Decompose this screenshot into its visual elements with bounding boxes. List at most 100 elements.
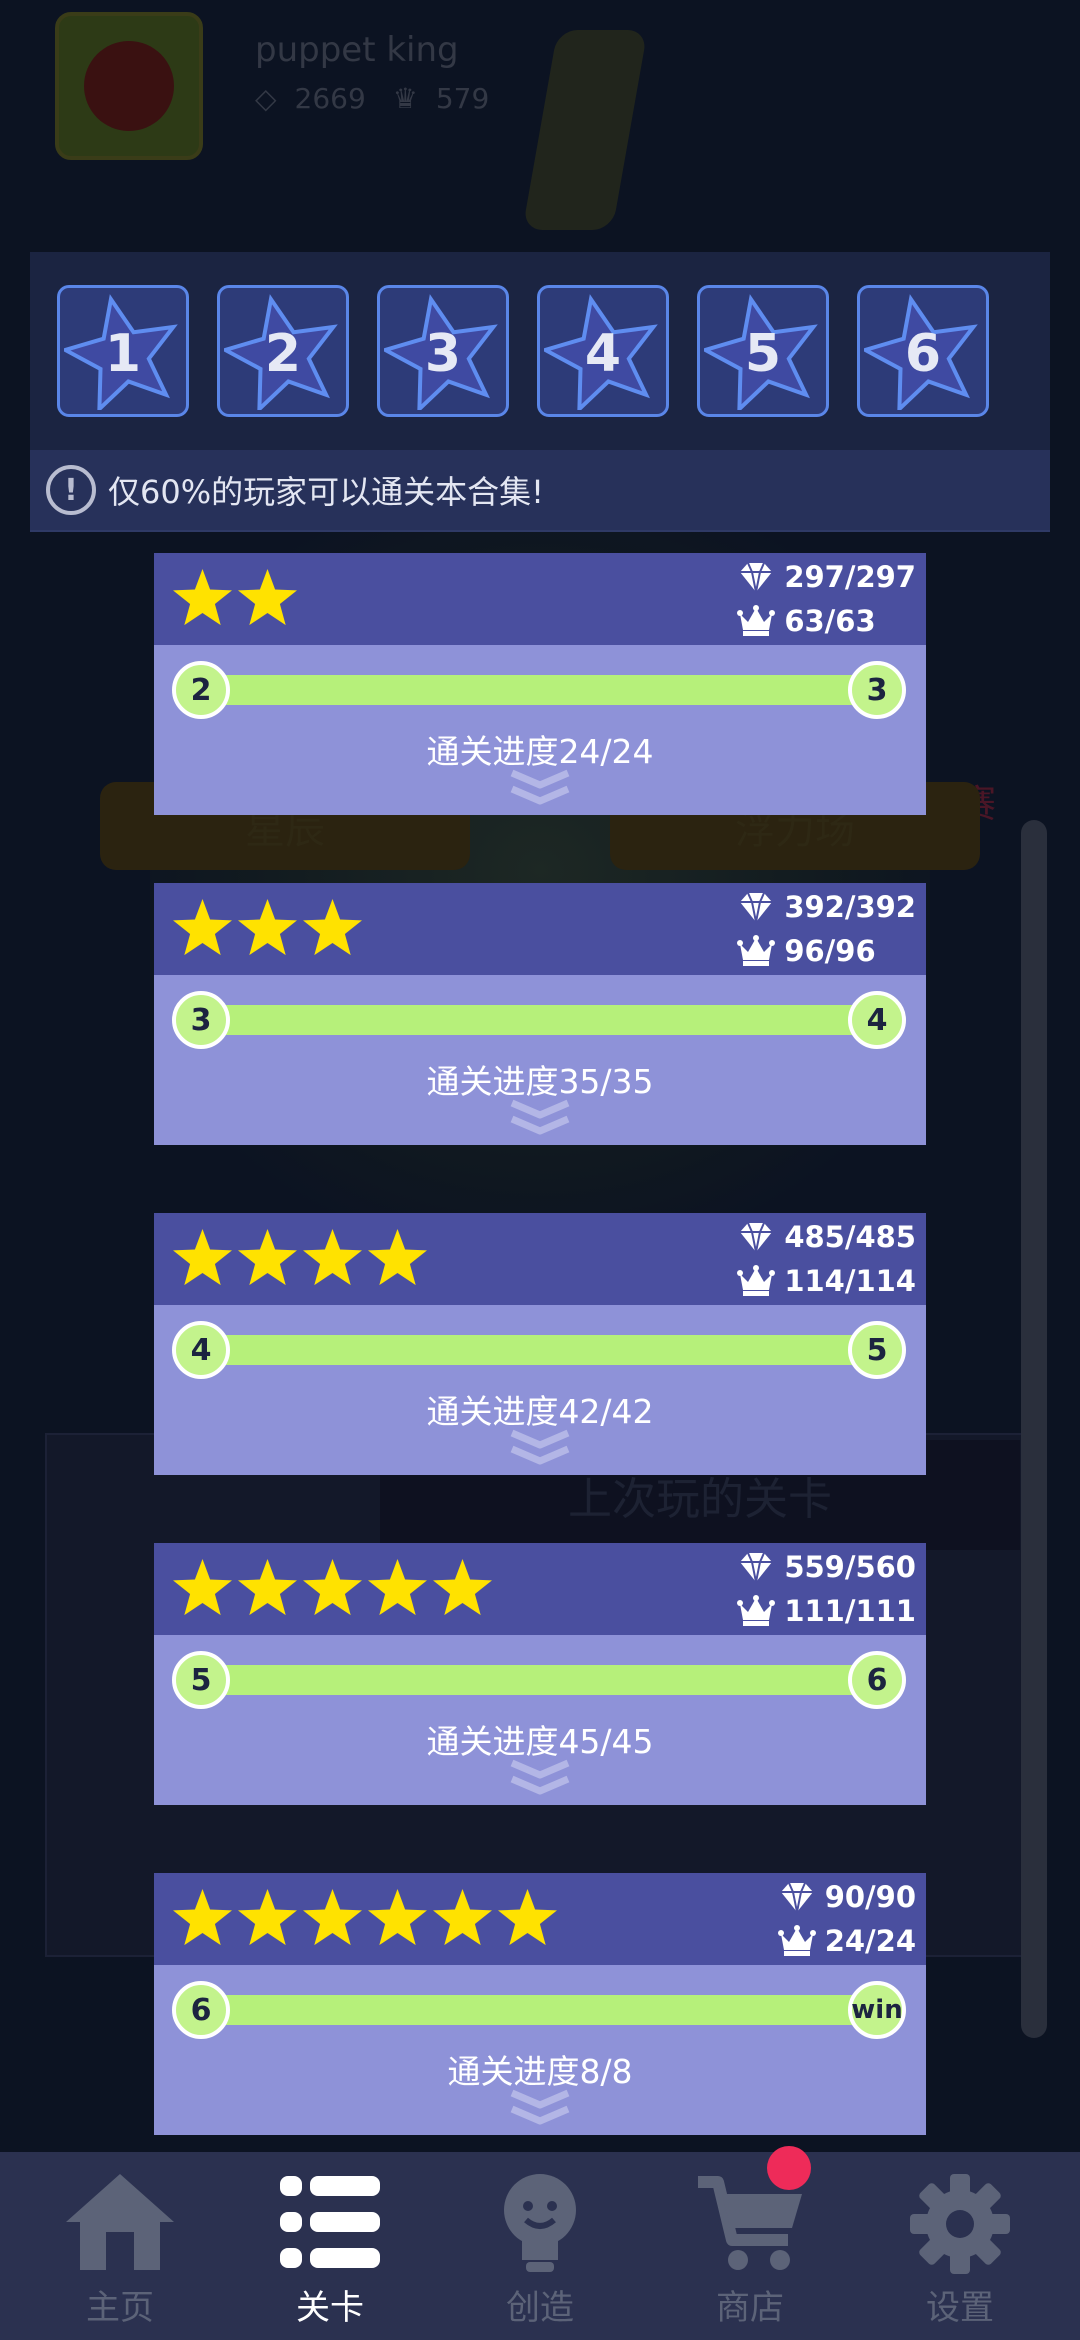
gem-count: 485/485 [784, 1220, 916, 1254]
level-tile-2[interactable]: 2 [217, 285, 349, 417]
star-icon [303, 1889, 362, 1946]
crown-count-row: 63/63 [736, 599, 916, 643]
star-icon [368, 1229, 427, 1286]
progress-track [202, 1335, 876, 1365]
progress-end-node: win [848, 1981, 906, 2039]
scrollbar[interactable] [1021, 820, 1047, 2038]
progress-bar: 6 win [172, 1981, 906, 2039]
progress-bar: 45 [172, 1321, 906, 1379]
gem-icon [740, 562, 773, 593]
progress-text: 通关进度42/42 [426, 1392, 654, 1431]
progress-text: 通关进度24/24 [426, 732, 654, 771]
level-tile-5[interactable]: 5 [697, 285, 829, 417]
double-chevron-down-icon[interactable] [508, 1099, 572, 1139]
level-tile-6[interactable]: 6 [857, 285, 989, 417]
progress-track [202, 1995, 876, 2025]
gem-count: 392/392 [784, 890, 916, 924]
star-icon [303, 1229, 362, 1286]
gem-icon [740, 1552, 773, 1583]
background-decoration [522, 30, 648, 230]
hint-text: 仅60%的玩家可以通关本合集! [108, 473, 544, 511]
star-rating [172, 1887, 558, 1947]
star-rating [172, 1227, 428, 1287]
stage-card-header: 90/90 24/24 [154, 1873, 926, 1965]
gem-count: 90/90 [824, 1880, 916, 1914]
star-icon [173, 1229, 232, 1286]
stage-counts: 392/392 96/96 [736, 885, 916, 973]
progress-track [202, 675, 876, 705]
stage-card[interactable]: 559/560 111/111 5 6 通关进度45/45 [154, 1543, 926, 1805]
star-icon [238, 899, 297, 956]
star-icon [303, 899, 362, 956]
stage-card-header: 392/392 96/96 [154, 883, 926, 975]
progress-text: 通关进度35/35 [426, 1062, 654, 1101]
lightbulb-icon [482, 2170, 598, 2282]
profile-stats: ◇ 2669 ♛ 579 [255, 82, 507, 115]
stage-counts: 90/90 24/24 [777, 1875, 916, 1963]
progress-fill [202, 675, 876, 705]
star-icon [238, 569, 297, 626]
crown-icon [737, 1595, 776, 1626]
nav-label: 创造 [506, 2288, 574, 2328]
gem-count-row: 90/90 [777, 1875, 916, 1919]
progress-track [202, 1665, 876, 1695]
star-icon [238, 1889, 297, 1946]
progress-text: 通关进度8/8 [447, 2052, 633, 2091]
star-icon [433, 1889, 492, 1946]
progress-fill [202, 1005, 876, 1035]
levels-list-icon [272, 2170, 388, 2278]
crown-icon [737, 935, 776, 966]
double-chevron-down-icon[interactable] [508, 1429, 572, 1469]
stage-counts: 297/297 63/63 [736, 555, 916, 643]
star-rating [172, 567, 298, 627]
nav-item-levels-list[interactable]: 关卡 [222, 2152, 438, 2340]
gem-count: 297/297 [784, 560, 916, 594]
level-tile-row: 1 2 3 4 5 6 [57, 285, 989, 417]
level-tile-1[interactable]: 1 [57, 285, 189, 417]
star-icon [303, 1559, 362, 1616]
avatar [55, 12, 203, 160]
gem-count: 559/560 [784, 1550, 916, 1584]
progress-start-node: 6 [172, 1981, 230, 2039]
crown-count-row: 24/24 [777, 1919, 916, 1963]
gear-icon [902, 2170, 1018, 2282]
nav-item-lightbulb[interactable]: 创造 [432, 2152, 648, 2340]
stage-card[interactable]: 485/485 114/114 4 5 通关进度42/42 [154, 1213, 926, 1475]
stage-card[interactable]: 90/90 24/24 6 win 通关进度8/8 [154, 1873, 926, 2135]
progress-fill [202, 1995, 876, 2025]
level-number: 1 [104, 324, 142, 384]
star-icon [498, 1889, 557, 1946]
progress-start-node: 3 [172, 991, 230, 1049]
progress-track [202, 1005, 876, 1035]
progress-bar: 34 [172, 991, 906, 1049]
level-tile-3[interactable]: 3 [377, 285, 509, 417]
gem-icon [780, 1882, 813, 1913]
stage-counts: 485/485 114/114 [736, 1215, 916, 1303]
crown-count: 96/96 [784, 934, 876, 968]
nav-item-cart[interactable]: 商店 [642, 2146, 858, 2340]
crown-icon [737, 605, 776, 636]
progress-fill [202, 1665, 876, 1695]
double-chevron-down-icon[interactable] [508, 769, 572, 809]
gem-count-row: 559/560 [736, 1545, 916, 1589]
stage-card[interactable]: 297/297 63/63 2 3 通关进度24/24 [154, 553, 926, 815]
star-rating [172, 1557, 493, 1617]
nav-item-gear[interactable]: 设置 [852, 2152, 1068, 2340]
nav-item-home[interactable]: 主页 [12, 2152, 228, 2340]
double-chevron-down-icon[interactable] [508, 1759, 572, 1799]
stage-card[interactable]: 392/392 96/96 3 4 通关进度35/35 [154, 883, 926, 1145]
double-chevron-down-icon[interactable] [508, 2089, 572, 2129]
crown-count-row: 114/114 [736, 1259, 916, 1303]
star-icon [173, 899, 232, 956]
stage-card-header: 297/297 63/63 [154, 553, 926, 645]
level-selector-panel: 1 2 3 4 5 6 ! 仅60%的玩家可以通关本合集! [30, 252, 1050, 532]
progress-bar: 56 [172, 1651, 906, 1709]
level-number: 2 [264, 324, 302, 384]
level-tile-4[interactable]: 4 [537, 285, 669, 417]
stage-card-body: 6 win 通关进度8/8 [154, 1965, 926, 2135]
stage-card-header: 485/485 114/114 [154, 1213, 926, 1305]
star-icon [368, 1559, 427, 1616]
gem-icon [740, 892, 773, 923]
level-number: 6 [904, 324, 942, 384]
star-icon [433, 1559, 492, 1616]
